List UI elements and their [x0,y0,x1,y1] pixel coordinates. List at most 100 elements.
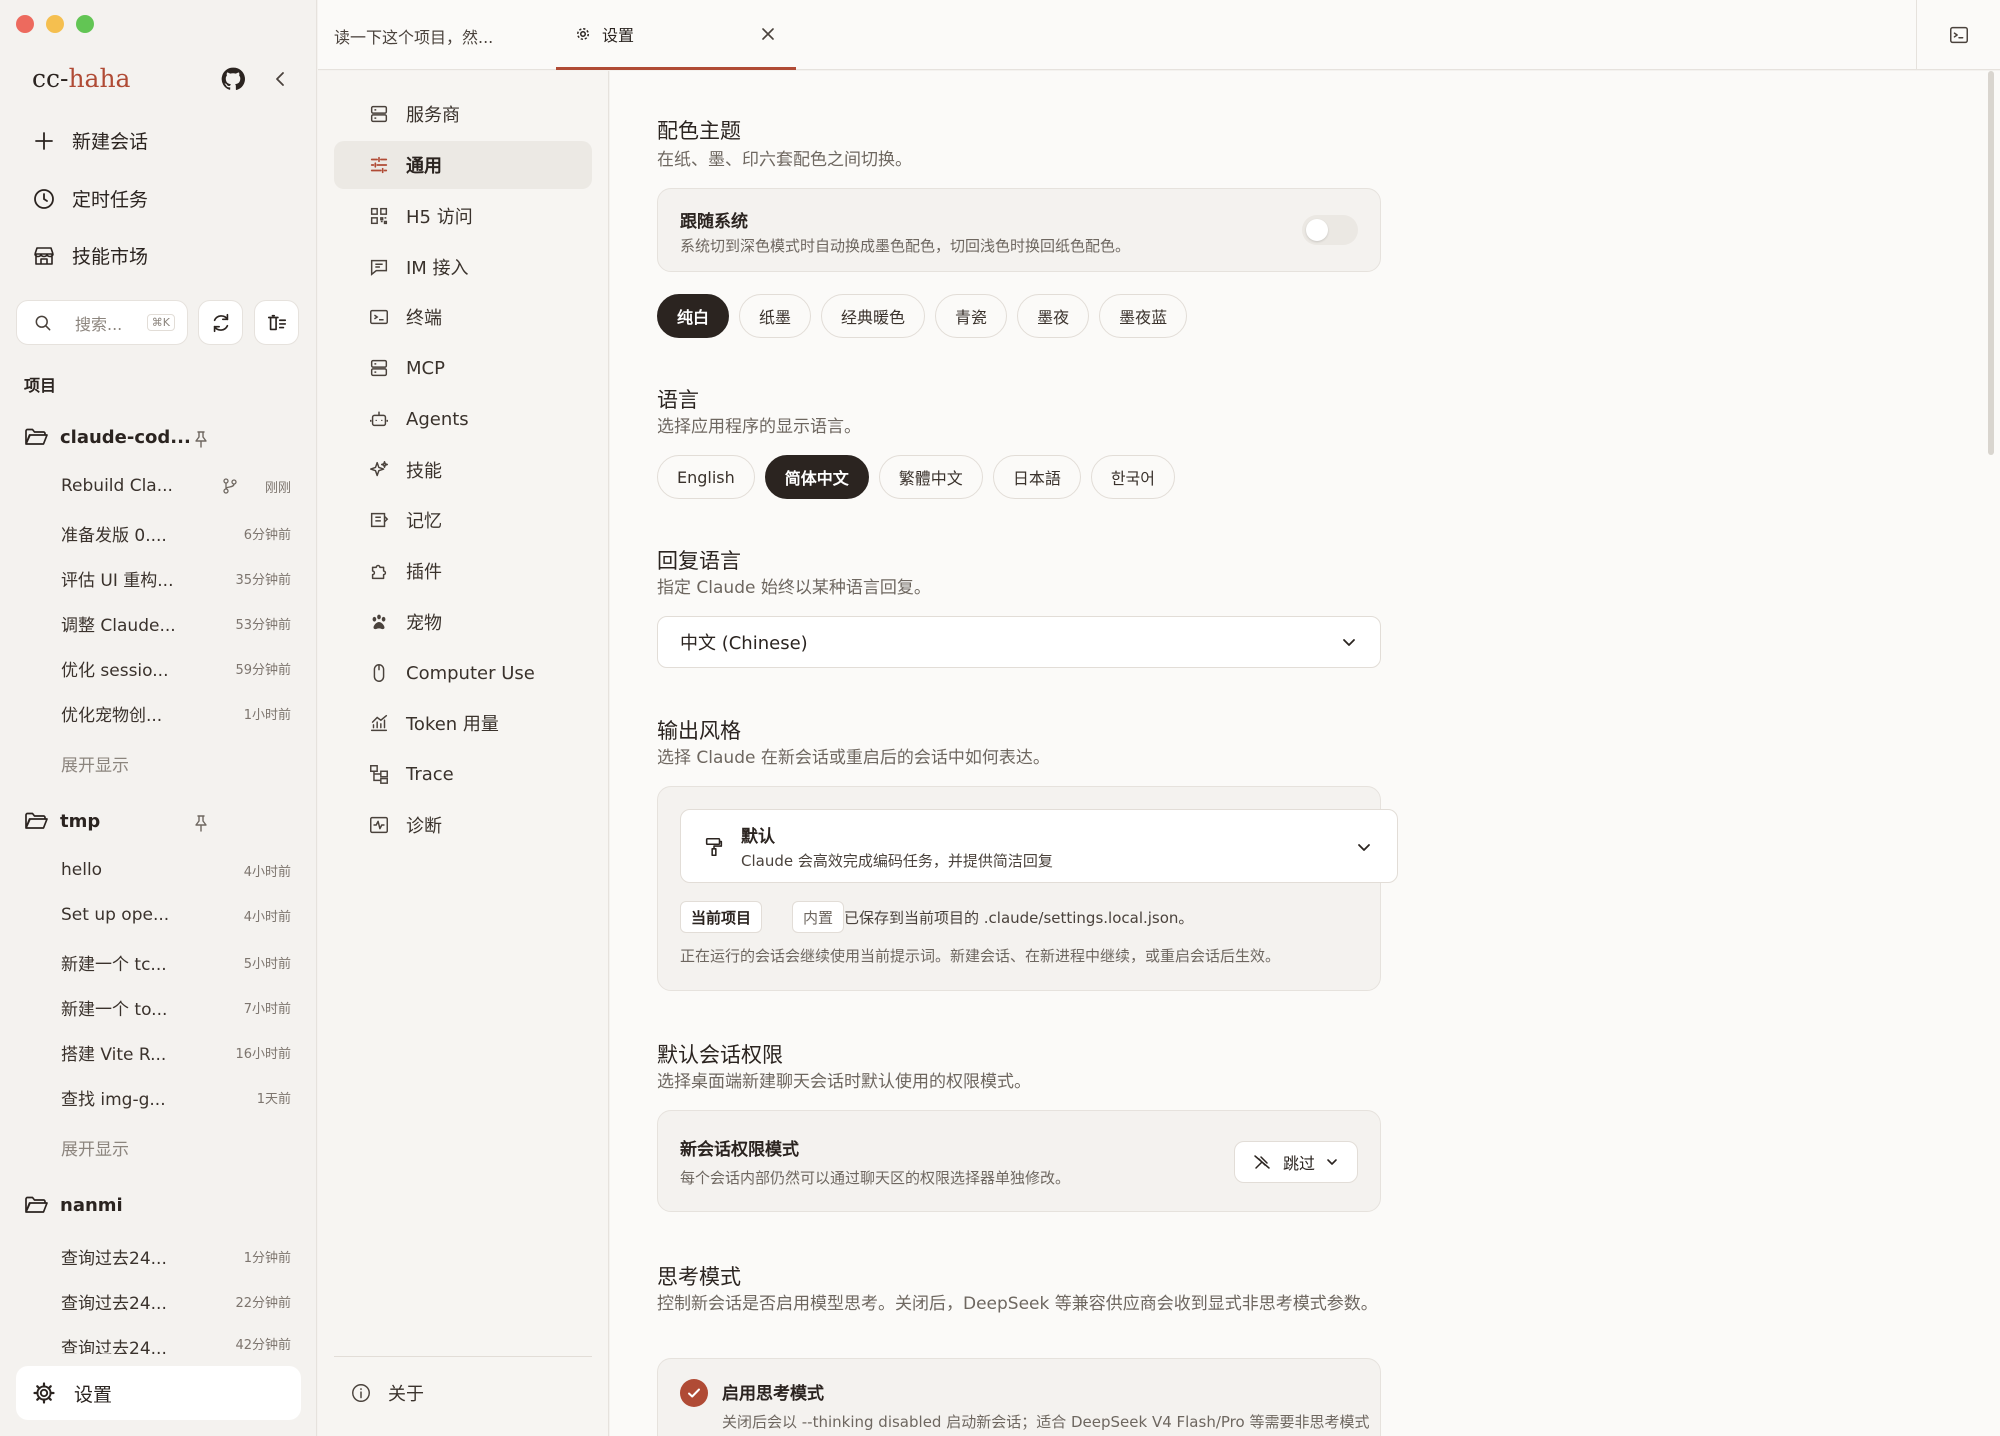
maximize-window-button[interactable] [76,15,94,33]
theme-option-ink-night[interactable]: 墨夜 [1017,294,1090,338]
pin-icon[interactable] [192,814,210,832]
settings-nav-token-usage[interactable]: Token 用量 [334,699,592,747]
session-item[interactable]: 查询过去24... 22分钟前 [61,1289,291,1314]
expand-sessions-button[interactable]: 展开显示 [61,1135,129,1160]
diagnose-icon [370,816,388,834]
tab-session[interactable]: 读一下这个项目，然... [334,24,493,48]
nav-label: 服务商 [406,105,460,126]
settings-nav-diagnostics[interactable]: 诊断 [334,801,592,849]
new-session-button[interactable]: 新建会话 [32,127,148,154]
bot-icon [370,411,388,427]
close-window-button[interactable] [16,15,34,33]
scheduled-tasks-label: 定时任务 [72,189,149,211]
session-item[interactable]: 调整 Claude... 53分钟前 [61,611,291,636]
project-nanmi[interactable]: nanmi [24,1194,214,1216]
permission-mode-select[interactable]: 跳过 [1233,1141,1358,1183]
skip-permission-icon [1254,1155,1270,1169]
settings-nav-terminal[interactable]: 终端 [334,293,592,341]
search-input[interactable]: 搜索... ⌘K [16,300,188,345]
project-tmp[interactable]: tmp [24,810,214,832]
session-title: Set up ope... [61,905,170,925]
session-title: 查询过去24... [61,1294,167,1314]
session-title: 优化 sessio... [61,661,169,681]
terminal-toggle-button[interactable] [1916,0,2000,70]
session-item[interactable]: Rebuild Cla... 刚刚 [61,476,291,496]
theme-option-paper-ink[interactable]: 纸墨 [739,294,812,338]
session-item[interactable]: 评估 UI 重构... 35分钟前 [61,566,291,591]
session-item[interactable]: 优化 sessio... 59分钟前 [61,656,291,681]
session-item[interactable]: 查询过去24... 1分钟前 [61,1244,291,1269]
app-title-prefix: cc- [32,64,69,93]
settings-button[interactable]: 设置 [16,1366,301,1420]
skill-market-button[interactable]: 技能市场 [32,242,148,269]
session-item[interactable]: 优化宠物创... 1小时前 [61,701,291,726]
terminal-icon [370,309,388,325]
thinking-mode-checkbox[interactable] [680,1379,708,1407]
session-item[interactable]: 准备发版 0.... 6分钟前 [61,521,291,546]
folder-open-icon [25,812,48,829]
tab-settings[interactable]: 设置 [556,0,796,70]
session-item[interactable]: hello 4小时前 [61,860,291,880]
language-option-zh-hant[interactable]: 繁體中文 [878,455,983,499]
theme-option-pure-white[interactable]: 纯白 [657,294,730,338]
session-item[interactable]: 新建一个 tc... 5小时前 [61,950,291,975]
refresh-button[interactable] [198,300,243,345]
scrollbar-thumb[interactable] [1988,71,1994,455]
about-button[interactable]: 关于 [350,1380,424,1406]
session-item[interactable]: 查询过去24... 42分钟前 [61,1334,291,1354]
paint-roller-icon [705,837,723,857]
follow-system-toggle[interactable] [1302,215,1358,245]
language-option-japanese[interactable]: 日本語 [992,455,1081,499]
theme-option-celadon[interactable]: 青瓷 [935,294,1008,338]
settings-nav-im[interactable]: IM 接入 [334,243,592,291]
theme-option-classic-warm[interactable]: 经典暖色 [821,294,926,338]
language-option-zh-hans[interactable]: 简体中文 [764,455,869,499]
nav-divider [334,1356,592,1357]
settings-nav-mcp[interactable]: MCP [334,344,592,392]
pin-icon[interactable] [192,430,210,448]
output-style-select[interactable]: 默认 Claude 会高效完成编码任务，并提供简洁回复 [680,809,1398,883]
session-item[interactable]: 搭建 Vite R... 16小时前 [61,1040,291,1065]
scope-tag-current-project[interactable]: 当前项目 [680,901,763,933]
settings-nav-plugins[interactable]: 插件 [334,547,592,595]
reply-language-select[interactable]: 中文 (Chinese) [657,616,1381,668]
settings-nav-pet[interactable]: 宠物 [334,598,592,646]
settings-nav: 服务商 通用 H5 访问 IM 接入 终端 MCP Agents 技能 记忆 插… [318,71,609,1436]
trash-list-icon [267,314,286,330]
check-icon [688,1388,700,1398]
settings-nav-providers[interactable]: 服务商 [334,90,592,138]
project-claude-code[interactable]: claude-cod... [24,426,214,448]
language-option-english[interactable]: English [657,455,755,499]
github-icon[interactable] [220,66,246,92]
language-option-korean[interactable]: 한국어 [1090,455,1175,499]
reply-language-value: 中文 (Chinese) [680,633,808,654]
session-title: 新建一个 to... [61,1000,168,1020]
scheduled-tasks-button[interactable]: 定时任务 [32,185,148,212]
settings-nav-general[interactable]: 通用 [334,141,592,189]
settings-nav-trace[interactable]: Trace [334,750,592,798]
batch-delete-button[interactable] [254,300,299,345]
settings-nav-memory[interactable]: 记忆 [334,496,592,544]
settings-nav-h5[interactable]: H5 访问 [334,192,592,240]
settings-nav-agents[interactable]: Agents [334,395,592,443]
settings-nav-skills[interactable]: 技能 [334,446,592,494]
expand-sessions-button[interactable]: 展开显示 [61,751,129,776]
chevron-left-icon[interactable] [272,70,288,88]
nav-label: 诊断 [406,816,442,837]
session-title: 评估 UI 重构... [61,571,174,591]
close-icon[interactable] [760,26,776,42]
session-time: 刚刚 [264,480,291,496]
settings-nav-computer-use[interactable]: Computer Use [334,649,592,697]
qr-icon [370,207,388,225]
session-time: 4小时前 [243,864,291,880]
nav-label: Agents [406,408,469,430]
permission-mode-desc: 每个会话内部仍然可以通过聊天区的权限选择器单独修改。 [680,1169,1071,1187]
minimize-window-button[interactable] [46,15,64,33]
session-item[interactable]: 查找 img-g... 1天前 [61,1085,291,1110]
session-item[interactable]: Set up ope... 4小时前 [61,905,291,925]
permission-mode-card: 新会话权限模式 每个会话内部仍然可以通过聊天区的权限选择器单独修改。 跳过 [657,1110,1381,1212]
refresh-icon [213,313,228,332]
theme-option-ink-night-blue[interactable]: 墨夜蓝 [1099,294,1188,338]
follow-system-desc: 系统切到深色模式时自动换成墨色配色，切回浅色时换回纸色配色。 [680,237,1131,255]
session-item[interactable]: 新建一个 to... 7小时前 [61,995,291,1020]
